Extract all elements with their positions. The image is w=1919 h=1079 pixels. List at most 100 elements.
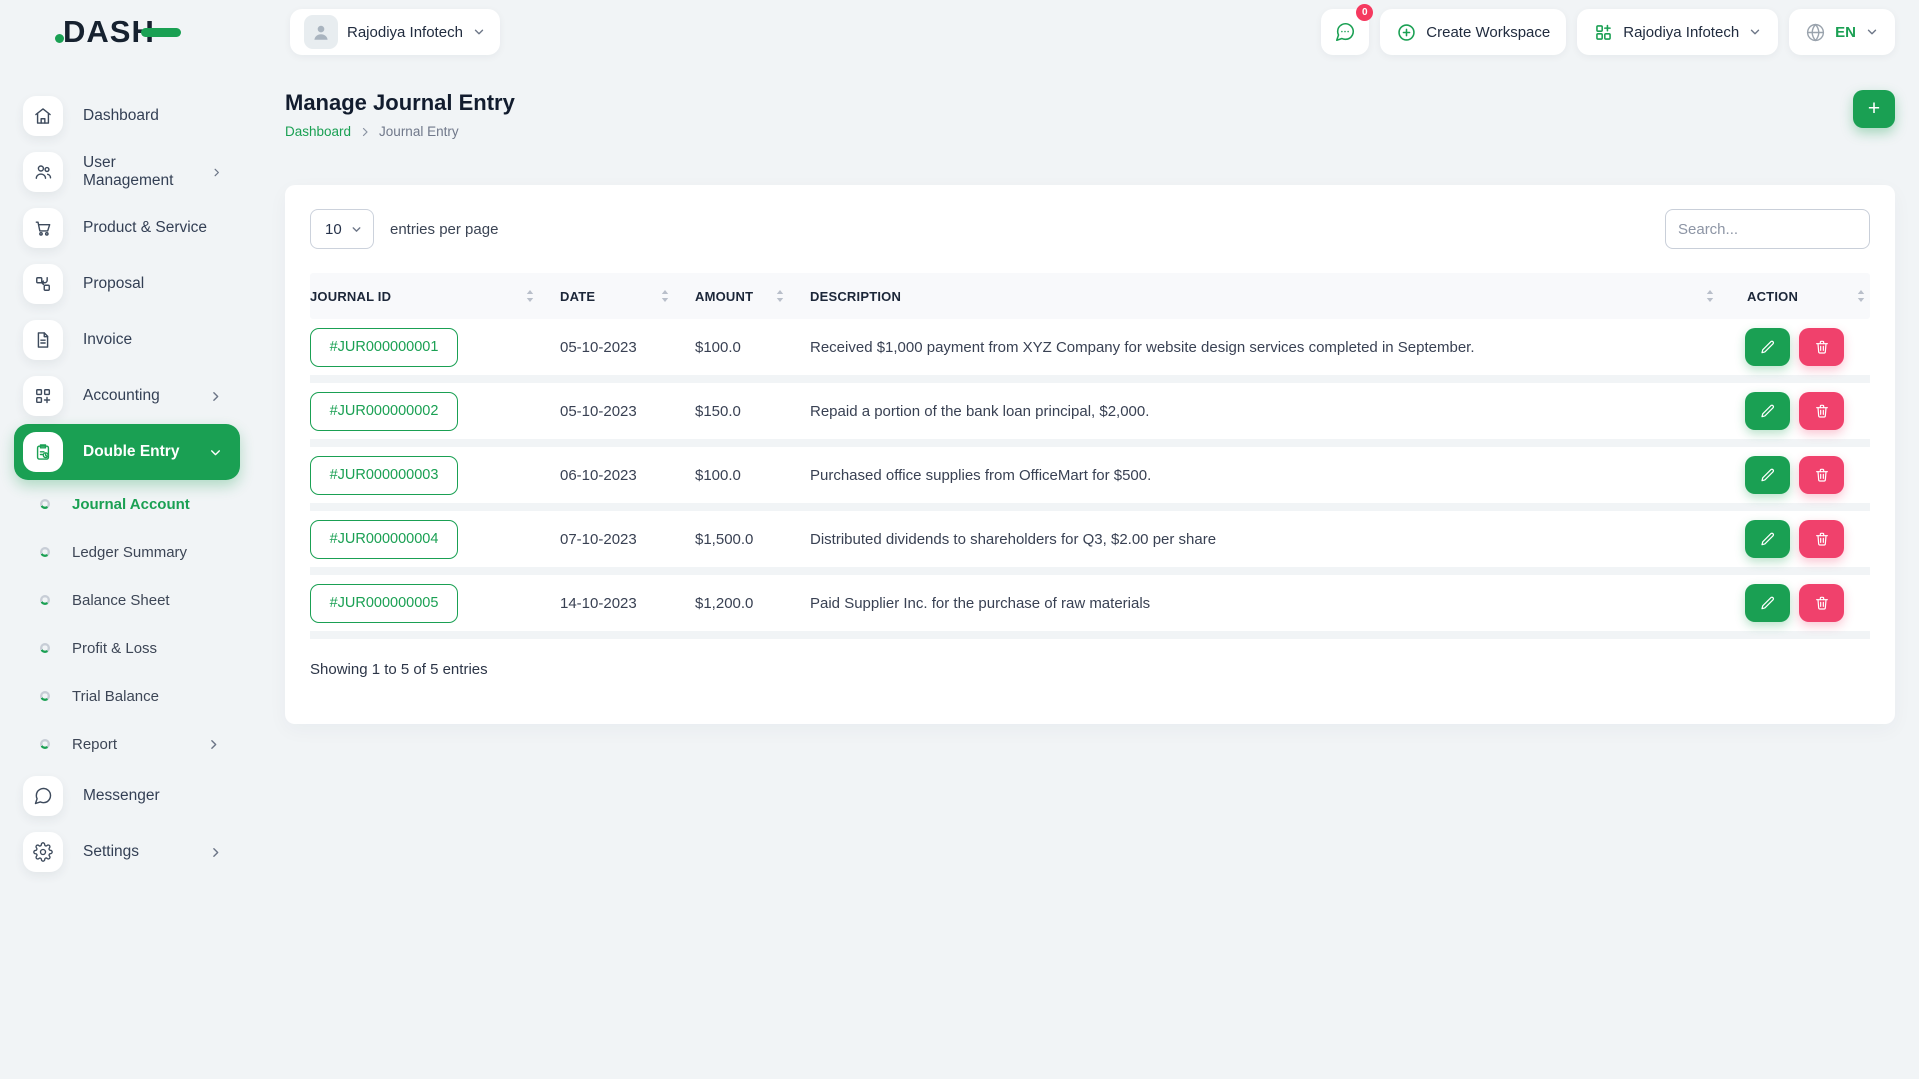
journal-description: Distributed dividends to shareholders fo… [810, 530, 1217, 548]
globe-icon [1807, 23, 1825, 41]
journal-amount: $1,200.0 [695, 594, 754, 612]
edit-button[interactable] [1745, 520, 1790, 558]
dash-logo[interactable]: DASH [0, 14, 240, 50]
gear-icon [23, 832, 63, 872]
journal-date: 05-10-2023 [560, 402, 637, 420]
clipboard-check-icon [23, 432, 63, 472]
trash-icon [1815, 404, 1828, 418]
sidebar-subitem-report[interactable]: Report [0, 720, 240, 768]
delete-button[interactable] [1799, 328, 1844, 366]
journal-id-pill[interactable]: #JUR000000002 [310, 391, 458, 431]
sidebar-item-accounting[interactable]: Accounting [0, 368, 240, 424]
sidebar-item-double-entry[interactable]: Double Entry [14, 424, 240, 480]
language-code: EN [1835, 23, 1856, 41]
chevron-down-icon [211, 449, 220, 455]
table-row: #JUR000000003 06-10-2023 $100.0 Purchase… [310, 447, 1870, 511]
avatar [304, 15, 338, 49]
sort-icon[interactable] [525, 289, 535, 303]
journal-entry-card: 10 entries per page JOURNAL ID DATE AMOU… [285, 185, 1895, 724]
pencil-icon [1760, 468, 1774, 482]
search-input[interactable] [1665, 209, 1870, 249]
journal-entries-table: JOURNAL ID DATE AMOUNT DESCRIPTION ACTIO… [310, 273, 1870, 639]
breadcrumb: Dashboard Journal Entry [285, 124, 515, 139]
column-header-action[interactable]: ACTION [1725, 289, 1870, 304]
messages-badge: 0 [1356, 4, 1374, 21]
company-selector[interactable]: Rajodiya Infotech [1577, 9, 1779, 55]
person-icon [314, 25, 328, 40]
journal-id-pill[interactable]: #JUR000000004 [310, 519, 458, 559]
edit-button[interactable] [1745, 584, 1790, 622]
journal-description: Repaid a portion of the bank loan princi… [810, 402, 1150, 420]
sidebar-item-user-management[interactable]: User Management [0, 144, 240, 200]
chevron-down-icon [1867, 29, 1877, 35]
journal-id-pill[interactable]: #JUR000000005 [310, 583, 458, 623]
company-name: Rajodiya Infotech [1623, 23, 1740, 41]
create-journal-entry-button[interactable]: + [1853, 90, 1895, 128]
journal-id-pill[interactable]: #JUR000000001 [310, 327, 458, 367]
table-row: #JUR000000004 07-10-2023 $1,500.0 Distri… [310, 511, 1870, 575]
grid-plus-icon [1596, 24, 1612, 40]
workspace-selector[interactable]: Rajodiya Infotech [290, 9, 500, 55]
journal-date: 07-10-2023 [560, 530, 637, 548]
pencil-icon [1760, 340, 1774, 354]
delete-button[interactable] [1799, 520, 1844, 558]
invoice-icon [23, 320, 63, 360]
delete-button[interactable] [1799, 392, 1844, 430]
column-header-journal-id[interactable]: JOURNAL ID [310, 289, 545, 304]
journal-description: Purchased office supplies from OfficeMar… [810, 466, 1152, 484]
edit-button[interactable] [1745, 456, 1790, 494]
sidebar-subitem-profit-loss[interactable]: Profit & Loss [0, 624, 240, 672]
create-workspace-button[interactable]: Create Workspace [1380, 9, 1567, 55]
delete-button[interactable] [1799, 584, 1844, 622]
edit-button[interactable] [1745, 328, 1790, 366]
sidebar-subitem-journal-account[interactable]: Journal Account [0, 480, 240, 528]
sidebar-item-messenger[interactable]: Messenger [0, 768, 240, 824]
column-header-date[interactable]: DATE [545, 289, 680, 304]
plus-icon: + [1867, 97, 1881, 120]
entries-per-page-select[interactable]: 10 [310, 209, 374, 249]
bullet-icon [40, 595, 50, 605]
journal-id-pill[interactable]: #JUR000000003 [310, 455, 458, 495]
cart-icon [23, 208, 63, 248]
main-content: Manage Journal Entry Dashboard Journal E… [240, 64, 1919, 724]
sort-icon[interactable] [1705, 289, 1715, 303]
messages-button[interactable]: 0 [1321, 4, 1374, 55]
delete-button[interactable] [1799, 456, 1844, 494]
sidebar-item-dashboard[interactable]: Dashboard [0, 88, 240, 144]
sidebar-item-product-service[interactable]: Product & Service [0, 200, 240, 256]
table-header-row: JOURNAL ID DATE AMOUNT DESCRIPTION ACTIO… [310, 273, 1870, 319]
trash-icon [1815, 532, 1828, 546]
sidebar-item-invoice[interactable]: Invoice [0, 312, 240, 368]
chevron-down-icon [474, 29, 484, 35]
sidebar-subitem-ledger-summary[interactable]: Ledger Summary [0, 528, 240, 576]
journal-date: 14-10-2023 [560, 594, 637, 612]
sidebar-item-settings[interactable]: Settings [0, 824, 240, 880]
sidebar-subitem-trial-balance[interactable]: Trial Balance [0, 672, 240, 720]
chevron-right-icon [211, 739, 217, 749]
chevron-down-icon [352, 226, 361, 232]
edit-button[interactable] [1745, 392, 1790, 430]
column-header-description[interactable]: DESCRIPTION [795, 289, 1725, 304]
sort-icon[interactable] [660, 289, 670, 303]
bullet-icon [40, 739, 50, 749]
sidebar-subitem-balance-sheet[interactable]: Balance Sheet [0, 576, 240, 624]
chevron-right-icon [214, 168, 219, 176]
bullet-icon [40, 691, 50, 701]
journal-amount: $100.0 [695, 338, 741, 356]
chat-bubble-icon [1336, 22, 1355, 42]
sort-icon[interactable] [775, 289, 785, 303]
breadcrumb-dashboard-link[interactable]: Dashboard [285, 124, 351, 139]
table-row: #JUR000000001 05-10-2023 $100.0 Received… [310, 319, 1870, 383]
sidebar-item-proposal[interactable]: Proposal [0, 256, 240, 312]
chevron-right-icon [213, 847, 219, 857]
breadcrumb-current: Journal Entry [379, 124, 459, 139]
plus-circle-icon [1398, 23, 1416, 41]
column-header-amount[interactable]: AMOUNT [680, 289, 795, 304]
table-row: #JUR000000002 05-10-2023 $150.0 Repaid a… [310, 383, 1870, 447]
workspace-name: Rajodiya Infotech [347, 23, 463, 41]
sort-icon[interactable] [1856, 289, 1866, 303]
language-selector[interactable]: EN [1789, 9, 1895, 55]
topbar: DASH Rajodiya Infotech 0 Create Workspac… [0, 0, 1919, 64]
home-icon [23, 96, 63, 136]
bullet-icon [40, 547, 50, 557]
